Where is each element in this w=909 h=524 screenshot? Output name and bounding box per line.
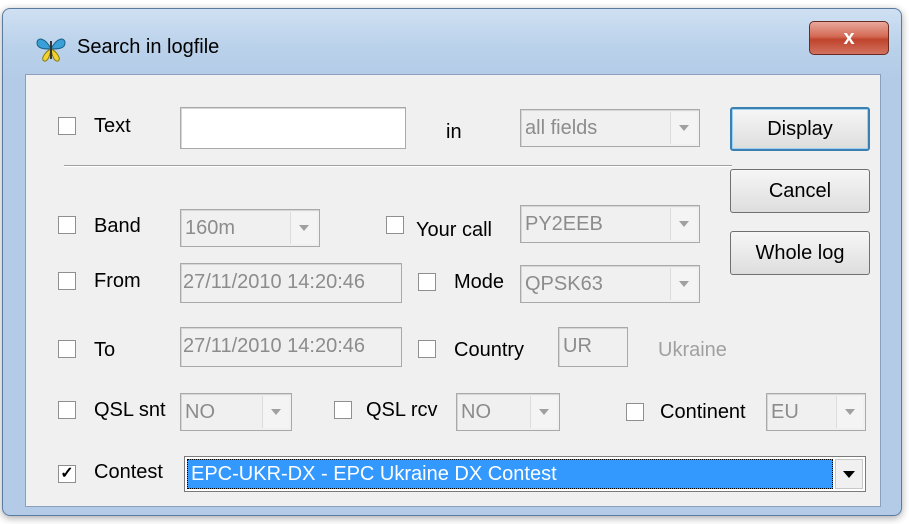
qsl-snt-checkbox[interactable] (58, 401, 76, 419)
your-call-label: Your call (416, 219, 492, 241)
from-date-field[interactable]: 27/11/2010 14:20:46 (180, 263, 402, 303)
chevron-down-icon[interactable] (670, 268, 697, 300)
contest-value: EPC-UKR-DX - EPC Ukraine DX Contest (187, 459, 833, 489)
chevron-down-icon[interactable] (836, 396, 863, 428)
your-call-value: PY2EEB (525, 213, 603, 235)
to-date-field[interactable]: 27/11/2010 14:20:46 (180, 327, 402, 367)
close-icon: x (843, 26, 855, 49)
band-checkbox[interactable] (58, 216, 76, 234)
whole-log-button[interactable]: Whole log (730, 231, 870, 275)
text-label: Text (94, 115, 131, 137)
chevron-down-icon[interactable] (670, 208, 697, 240)
contest-checkbox[interactable]: ✓ (58, 465, 76, 483)
dialog-client-area: Text in all fields Display Cancel Whole … (25, 74, 881, 507)
butterfly-icon (35, 35, 67, 68)
qsl-snt-label: QSL snt (94, 399, 166, 421)
country-prefix-field[interactable]: UR (558, 327, 628, 367)
text-search-input[interactable] (180, 107, 406, 149)
country-label: Country (454, 339, 525, 361)
search-fields-value: all fields (525, 117, 598, 139)
country-checkbox[interactable] (418, 340, 436, 358)
window-title: Search in logfile (77, 36, 220, 58)
qsl-snt-value: NO (185, 401, 215, 423)
qsl-rcv-label: QSL rcv (366, 399, 438, 421)
chevron-down-icon[interactable] (530, 396, 557, 428)
cancel-button[interactable]: Cancel (730, 169, 870, 213)
close-button[interactable]: x (809, 21, 889, 55)
chevron-down-icon[interactable] (670, 112, 697, 144)
chevron-down-icon[interactable] (835, 459, 863, 489)
search-dialog-window: Search in logfile x Text in all fields D… (2, 8, 902, 516)
from-checkbox[interactable] (58, 272, 76, 290)
band-select[interactable]: 160m (180, 209, 320, 247)
country-name: Ukraine (658, 339, 727, 361)
mode-checkbox[interactable] (418, 273, 436, 291)
your-call-checkbox[interactable] (386, 216, 404, 234)
continent-label: Continent (660, 401, 746, 423)
chevron-down-icon[interactable] (290, 212, 317, 244)
contest-label: Contest (94, 461, 163, 483)
qsl-rcv-value: NO (461, 401, 491, 423)
title-bar[interactable]: Search in logfile x (3, 9, 901, 79)
continent-checkbox[interactable] (626, 403, 644, 421)
mode-select[interactable]: QPSK63 (520, 265, 700, 303)
continent-select[interactable]: EU (766, 393, 866, 431)
to-checkbox[interactable] (58, 340, 76, 358)
band-label: Band (94, 215, 141, 237)
continent-value: EU (771, 401, 799, 423)
qsl-rcv-select[interactable]: NO (456, 393, 560, 431)
mode-value: QPSK63 (525, 273, 603, 295)
band-value: 160m (185, 217, 236, 239)
qsl-rcv-checkbox[interactable] (334, 401, 352, 419)
chevron-down-icon[interactable] (262, 396, 289, 428)
contest-select[interactable]: EPC-UKR-DX - EPC Ukraine DX Contest (184, 456, 866, 492)
display-button[interactable]: Display (730, 107, 870, 151)
search-fields-select[interactable]: all fields (520, 109, 700, 147)
mode-label: Mode (454, 271, 505, 293)
in-label: in (446, 121, 462, 143)
text-checkbox[interactable] (58, 117, 76, 135)
from-label: From (94, 270, 141, 292)
your-call-select[interactable]: PY2EEB (520, 205, 700, 243)
qsl-snt-select[interactable]: NO (180, 393, 292, 431)
separator (64, 165, 732, 167)
to-label: To (94, 339, 116, 361)
